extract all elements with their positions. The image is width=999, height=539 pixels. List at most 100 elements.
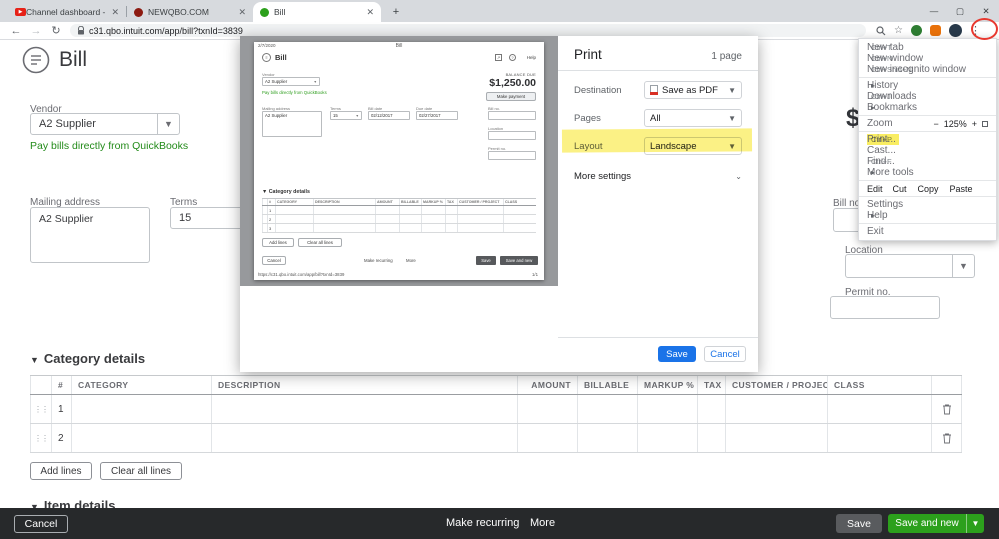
pay-bills-link: Pay bills directly from QuickBooks xyxy=(262,90,327,95)
edit-paste-button[interactable]: Paste xyxy=(950,184,973,194)
profile-avatar[interactable] xyxy=(948,24,962,37)
extension-green-icon[interactable] xyxy=(910,25,922,36)
clear-all-lines-button[interactable]: Clear all lines xyxy=(100,462,182,480)
fullscreen-icon[interactable] xyxy=(982,120,988,127)
tab-title: Bill xyxy=(274,7,286,17)
menu-item-downloads[interactable]: Downloads Ctrl+J xyxy=(859,91,996,102)
billable-cell[interactable] xyxy=(578,395,638,423)
permit-no-field[interactable] xyxy=(830,296,940,319)
customer-project-cell[interactable] xyxy=(726,424,828,452)
chrome-menu-kebab-icon[interactable]: ⋮ xyxy=(970,24,981,37)
divider xyxy=(558,70,758,71)
class-cell[interactable] xyxy=(828,424,932,452)
edit-copy-button[interactable]: Copy xyxy=(918,184,939,194)
bookmark-star-icon[interactable]: ☆ xyxy=(894,25,903,36)
back-icon[interactable]: ← xyxy=(6,25,26,37)
category-cell[interactable] xyxy=(72,424,212,452)
menu-item-bookmarks[interactable]: Bookmarks ▸ xyxy=(859,102,996,113)
bill-icon: ≡ xyxy=(262,53,271,62)
edit-cut-button[interactable]: Cut xyxy=(893,184,907,194)
extension-orange-icon[interactable] xyxy=(929,25,941,36)
menu-item-print[interactable]: Print... Ctrl+P xyxy=(859,134,996,145)
category-cell[interactable] xyxy=(72,395,212,423)
tax-cell[interactable] xyxy=(698,395,726,423)
window-maximize-button[interactable]: ▢ xyxy=(947,0,973,22)
menu-item-find[interactable]: Find... Ctrl+F xyxy=(859,156,996,167)
mailing-address-field: A2 Supplier xyxy=(262,111,322,137)
more-settings-button[interactable]: More settings ⌄ xyxy=(574,171,742,182)
browser-tab-bill[interactable]: Bill ✕ xyxy=(253,2,381,22)
add-lines-button[interactable]: Add lines xyxy=(30,462,92,480)
print-cancel-button[interactable]: Cancel xyxy=(704,346,746,362)
menu-item-new-tab[interactable]: New tab Ctrl+T xyxy=(859,42,996,53)
delete-row-button[interactable] xyxy=(932,395,962,423)
mailing-address-field[interactable]: A2 Supplier xyxy=(30,207,150,263)
refresh-icon[interactable]: ↻ xyxy=(46,24,66,37)
collapse-triangle-icon[interactable]: ▼ xyxy=(30,355,39,365)
table-row: 3 xyxy=(262,224,536,233)
tax-cell[interactable] xyxy=(698,424,726,452)
menu-item-history[interactable]: History ▸ xyxy=(859,80,996,91)
new-tab-button[interactable]: + xyxy=(385,3,407,21)
cancel-button[interactable]: Cancel xyxy=(14,515,68,533)
permit-no-field xyxy=(488,151,536,160)
print-settings-panel: Print 1 page Destination Save as PDF ▼ P… xyxy=(558,36,758,372)
menu-item-help[interactable]: Help ▸ xyxy=(859,210,996,221)
menu-item-new-incognito-window[interactable]: New incognito window Ctrl+Shift+N xyxy=(859,64,996,75)
more-button[interactable]: More xyxy=(530,517,555,529)
clear-all-lines-button: Clear all lines xyxy=(298,238,342,247)
tab-close-icon[interactable]: ✕ xyxy=(238,7,246,18)
billable-cell[interactable] xyxy=(578,424,638,452)
vendor-select: A2 Supplier ▼ xyxy=(262,77,320,86)
class-cell[interactable] xyxy=(828,395,932,423)
col-number: # xyxy=(52,376,72,394)
zoom-magnifier-icon[interactable] xyxy=(876,25,886,36)
browser-tab-youtube[interactable]: ▶ Channel dashboard - YouTube S ✕ xyxy=(8,2,126,22)
category-details-heading[interactable]: ▼ Category details xyxy=(30,351,145,366)
window-close-button[interactable]: ✕ xyxy=(973,0,999,22)
amount-cell[interactable] xyxy=(518,395,578,423)
chevron-down-icon[interactable]: ▼ xyxy=(952,255,974,277)
menu-item-settings[interactable]: Settings xyxy=(859,199,996,210)
drag-handle-icon[interactable]: ⋮⋮ xyxy=(30,395,52,423)
markup-cell[interactable] xyxy=(638,424,698,452)
layout-select[interactable]: Landscape ▼ xyxy=(644,137,742,155)
destination-select[interactable]: Save as PDF ▼ xyxy=(644,81,742,99)
drag-handle-icon[interactable]: ⋮⋮ xyxy=(30,424,52,452)
description-cell[interactable] xyxy=(212,424,518,452)
menu-separator xyxy=(859,115,996,116)
location-select[interactable]: ▼ xyxy=(845,254,975,278)
col-description: DESCRIPTION xyxy=(212,376,518,394)
save-and-new-button[interactable]: Save and new ▼ xyxy=(888,514,984,533)
delete-row-button[interactable] xyxy=(932,424,962,452)
vendor-value: A2 Supplier xyxy=(39,118,96,130)
tab-close-icon[interactable]: ✕ xyxy=(111,7,119,18)
zoom-out-button[interactable]: − xyxy=(933,119,938,129)
menu-item-new-window[interactable]: New window Ctrl+N xyxy=(859,53,996,64)
description-cell[interactable] xyxy=(212,395,518,423)
menu-item-exit[interactable]: Exit xyxy=(859,226,996,237)
vendor-select[interactable]: A2 Supplier ▼ xyxy=(30,113,180,135)
zoom-in-button[interactable]: + xyxy=(972,119,977,129)
amount-cell[interactable] xyxy=(518,424,578,452)
save-button[interactable]: Save xyxy=(836,514,882,533)
print-save-button[interactable]: Save xyxy=(658,346,696,362)
chevron-down-icon[interactable]: ▼ xyxy=(966,514,984,533)
menu-item-more-tools[interactable]: More tools ▸ xyxy=(859,167,996,178)
customer-project-cell[interactable] xyxy=(726,395,828,423)
trash-icon xyxy=(942,433,951,444)
page-header: Bill xyxy=(22,46,87,74)
browser-tab-newqbo[interactable]: NEWQBO.COM ✕ xyxy=(127,2,253,22)
make-recurring-button[interactable]: Make recurring xyxy=(446,517,519,529)
markup-cell[interactable] xyxy=(638,395,698,423)
layout-value: Landscape xyxy=(650,140,697,152)
chevron-down-icon[interactable]: ▼ xyxy=(157,114,179,134)
tab-close-icon[interactable]: ✕ xyxy=(366,7,374,18)
pages-select[interactable]: All ▼ xyxy=(644,109,742,127)
print-dialog-buttons: Save Cancel xyxy=(558,337,758,372)
make-recurring-button: Make recurring xyxy=(364,258,393,263)
pay-bills-link[interactable]: Pay bills directly from QuickBooks xyxy=(30,140,188,152)
menu-item-cast[interactable]: Cast... xyxy=(859,145,996,156)
window-minimize-button[interactable]: — xyxy=(921,0,947,22)
forward-icon[interactable]: → xyxy=(26,25,46,37)
